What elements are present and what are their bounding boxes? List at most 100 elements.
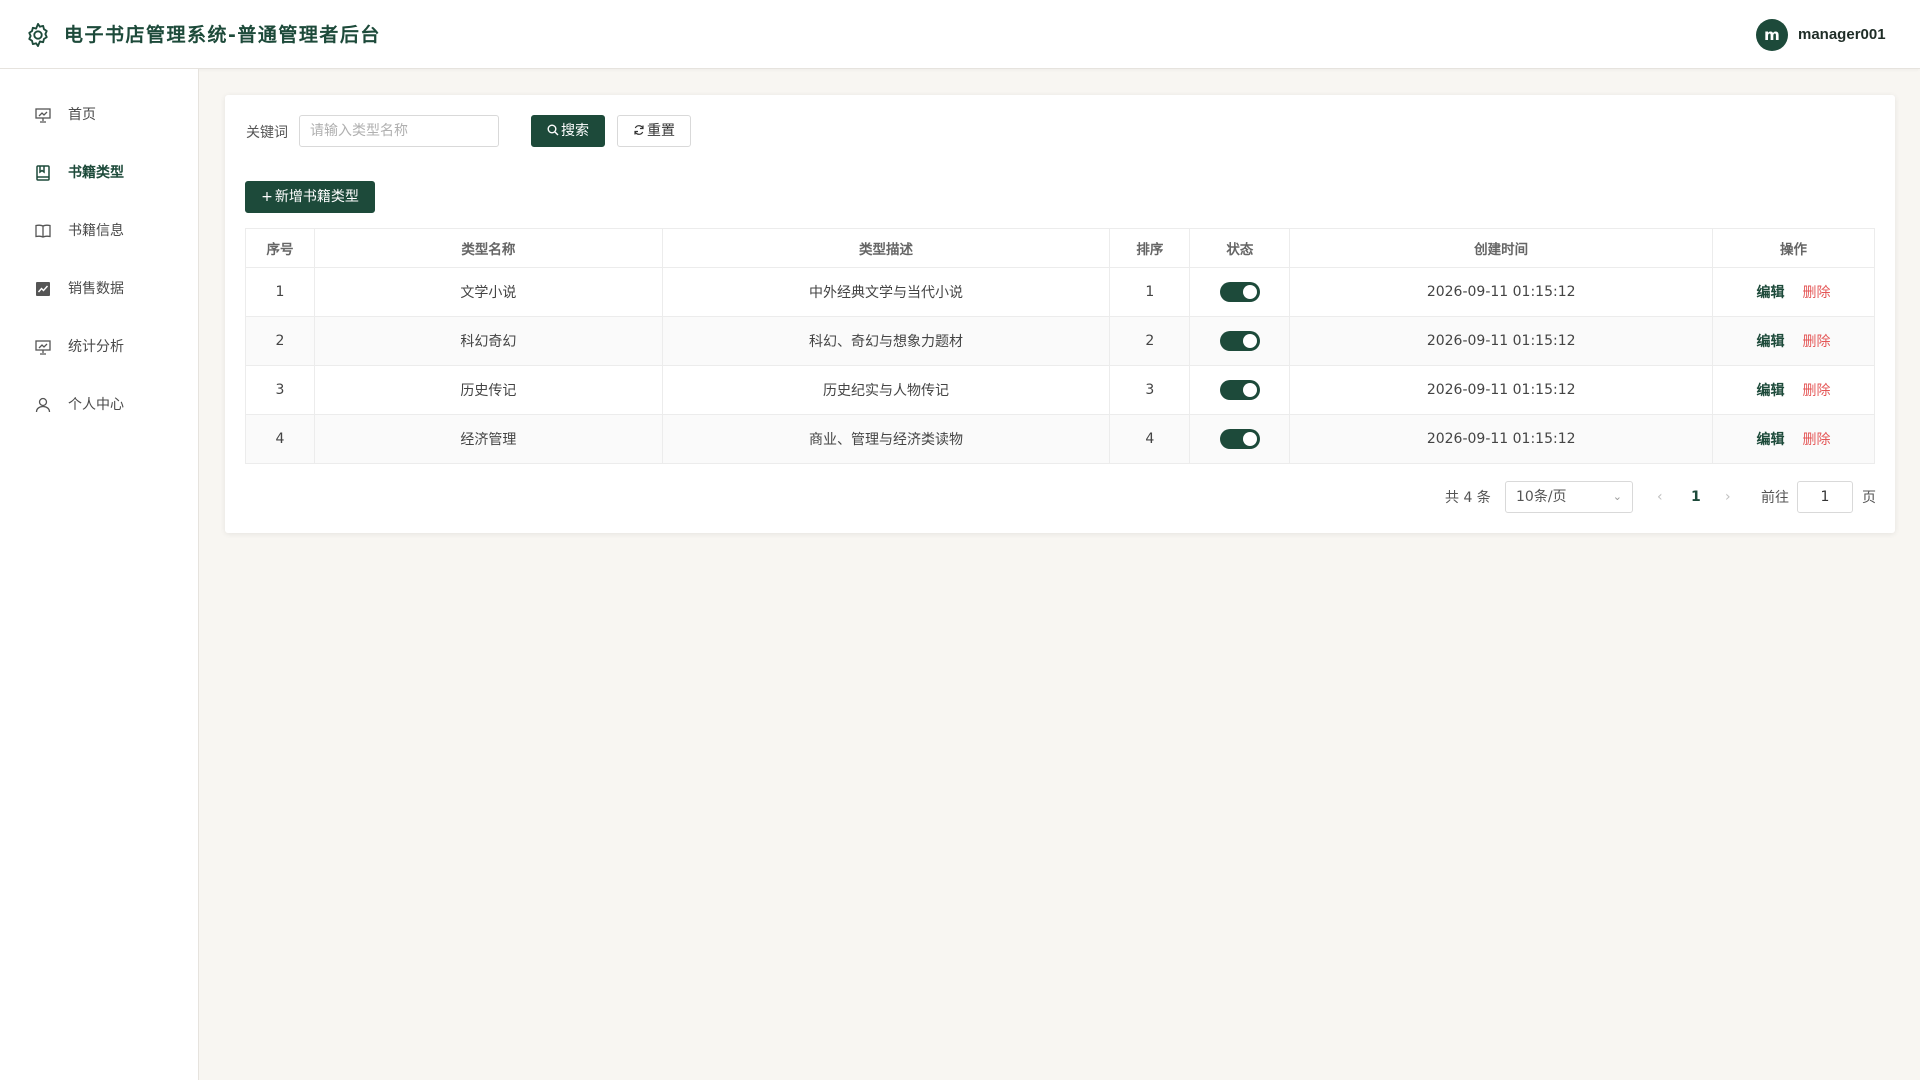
cell-sort: 2 [1109, 316, 1191, 366]
table-row: 3 历史传记 历史纪实与人物传记 3 2026-09-11 01:15:12 编… [245, 365, 1875, 415]
cell-created: 2026-09-11 01:15:12 [1289, 267, 1714, 317]
next-page-button[interactable]: › [1725, 487, 1731, 507]
goto-page-input[interactable] [1797, 481, 1853, 513]
column-header: 类型描述 [661, 228, 1111, 268]
cell-actions: 编辑 删除 [1712, 414, 1875, 464]
cell-sort: 3 [1109, 365, 1191, 415]
cell-status [1189, 365, 1291, 415]
cell-name: 经济管理 [313, 414, 663, 464]
cell-created: 2026-09-11 01:15:12 [1289, 414, 1714, 464]
cell-created: 2026-09-11 01:15:12 [1289, 365, 1714, 415]
presentation-icon [35, 340, 51, 355]
table-header-row: 序号 类型名称 类型描述 排序 状态 创建时间 操作 [245, 228, 1875, 268]
sidebar-item-sales-data[interactable]: 销售数据 [0, 267, 199, 311]
cell-index: 4 [245, 414, 315, 464]
delete-link[interactable]: 删除 [1803, 334, 1831, 350]
column-header: 创建时间 [1289, 228, 1714, 268]
edit-link[interactable]: 编辑 [1757, 334, 1785, 350]
table-row: 1 文学小说 中外经典文学与当代小说 1 2026-09-11 01:15:12… [245, 267, 1875, 317]
sidebar-item-label: 统计分析 [68, 339, 124, 355]
total-count: 共 4 条 [1445, 490, 1491, 506]
status-toggle[interactable] [1219, 380, 1260, 400]
cell-status [1189, 316, 1291, 366]
reset-button[interactable]: 重置 [617, 115, 691, 147]
keyword-label: 关键词 [246, 125, 288, 141]
gear-icon [28, 22, 48, 48]
avatar[interactable]: m [1756, 19, 1788, 51]
goto-suffix: 页 [1862, 490, 1876, 506]
cell-status [1189, 267, 1291, 317]
search-button[interactable]: 搜索 [531, 115, 605, 147]
cell-index: 3 [245, 365, 315, 415]
search-button-label: 搜索 [561, 123, 589, 139]
refresh-icon [634, 125, 644, 135]
book-icon [36, 165, 50, 181]
sidebar-item-label: 书籍类型 [68, 165, 124, 181]
status-toggle[interactable] [1219, 429, 1260, 449]
search-input[interactable] [299, 115, 499, 147]
open-book-icon [35, 224, 51, 238]
sidebar-item-book-types[interactable]: 书籍类型 [0, 151, 199, 195]
cell-actions: 编辑 删除 [1712, 267, 1875, 317]
sidebar-item-label: 个人中心 [68, 397, 124, 413]
column-header: 排序 [1109, 228, 1191, 268]
sidebar-item-label: 销售数据 [68, 281, 124, 297]
chevron-down-icon: ⌄ [1612, 490, 1622, 503]
table-row: 2 科幻奇幻 科幻、奇幻与想象力题材 2 2026-09-11 01:15:12… [245, 316, 1875, 366]
goto-label: 前往 [1761, 490, 1789, 506]
username[interactable]: manager001 [1798, 25, 1886, 45]
cell-description: 商业、管理与经济类读物 [661, 414, 1111, 464]
delete-link[interactable]: 删除 [1803, 432, 1831, 448]
edit-link[interactable]: 编辑 [1757, 285, 1785, 301]
cell-name: 历史传记 [313, 365, 663, 415]
cell-status [1189, 414, 1291, 464]
cell-name: 文学小说 [313, 267, 663, 317]
add-button-label: 新增书籍类型 [274, 189, 359, 205]
edit-link[interactable]: 编辑 [1757, 383, 1785, 399]
cell-created: 2026-09-11 01:15:12 [1289, 316, 1714, 366]
page-size-select[interactable]: 10条/页 ⌄ [1505, 481, 1633, 513]
column-header: 类型名称 [313, 228, 663, 268]
cell-description: 历史纪实与人物传记 [661, 365, 1111, 415]
top-header: 电子书店管理系统-普通管理者后台 m manager001 [0, 0, 1920, 69]
table-row: 4 经济管理 商业、管理与经济类读物 4 2026-09-11 01:15:12… [245, 414, 1875, 464]
column-header: 状态 [1189, 228, 1291, 268]
page-number[interactable]: 1 [1691, 487, 1701, 507]
delete-link[interactable]: 删除 [1803, 383, 1831, 399]
cell-sort: 4 [1109, 414, 1191, 464]
edit-link[interactable]: 编辑 [1757, 432, 1785, 448]
reset-button-label: 重置 [647, 123, 675, 139]
column-header: 操作 [1712, 228, 1875, 268]
presentation-icon [35, 108, 51, 123]
cell-index: 2 [245, 316, 315, 366]
column-header: 序号 [245, 228, 315, 268]
add-book-type-button[interactable]: + 新增书籍类型 [245, 181, 375, 213]
sidebar-item-profile[interactable]: 个人中心 [0, 383, 199, 427]
sidebar-item-label: 书籍信息 [68, 223, 124, 239]
toggle-knob [1242, 285, 1257, 299]
cell-sort: 1 [1109, 267, 1191, 317]
cell-actions: 编辑 删除 [1712, 365, 1875, 415]
page-size-value: 10条/页 [1516, 489, 1567, 505]
book-type-table: 序号 类型名称 类型描述 排序 状态 创建时间 操作 1 文学小说 中外经典文学… [245, 228, 1875, 464]
chart-icon [36, 282, 50, 296]
cell-description: 中外经典文学与当代小说 [661, 267, 1111, 317]
sidebar-item-home[interactable]: 首页 [0, 93, 199, 137]
prev-page-button[interactable]: ‹ [1657, 487, 1663, 507]
sidebar-item-statistics[interactable]: 统计分析 [0, 325, 199, 369]
cell-description: 科幻、奇幻与想象力题材 [661, 316, 1111, 366]
sidebar-item-book-info[interactable]: 书籍信息 [0, 209, 199, 253]
user-icon [35, 397, 51, 413]
status-toggle[interactable] [1219, 282, 1260, 302]
sidebar-item-label: 首页 [68, 107, 96, 123]
cell-index: 1 [245, 267, 315, 317]
content-card: 关键词 搜索 重置 +新增书籍类型 序号 类型名称 类型描述 排序 状态 创建时… [225, 95, 1895, 533]
toggle-knob [1242, 334, 1257, 348]
search-icon [547, 124, 559, 136]
sidebar: 首页 书籍类型 书籍信息 销售数据 统计分析 个人中心 [0, 69, 199, 1080]
cell-actions: 编辑 删除 [1712, 316, 1875, 366]
app-title: 电子书店管理系统-普通管理者后台 [64, 24, 381, 46]
plus-icon: + [261, 189, 273, 205]
status-toggle[interactable] [1219, 331, 1260, 351]
delete-link[interactable]: 删除 [1803, 285, 1831, 301]
